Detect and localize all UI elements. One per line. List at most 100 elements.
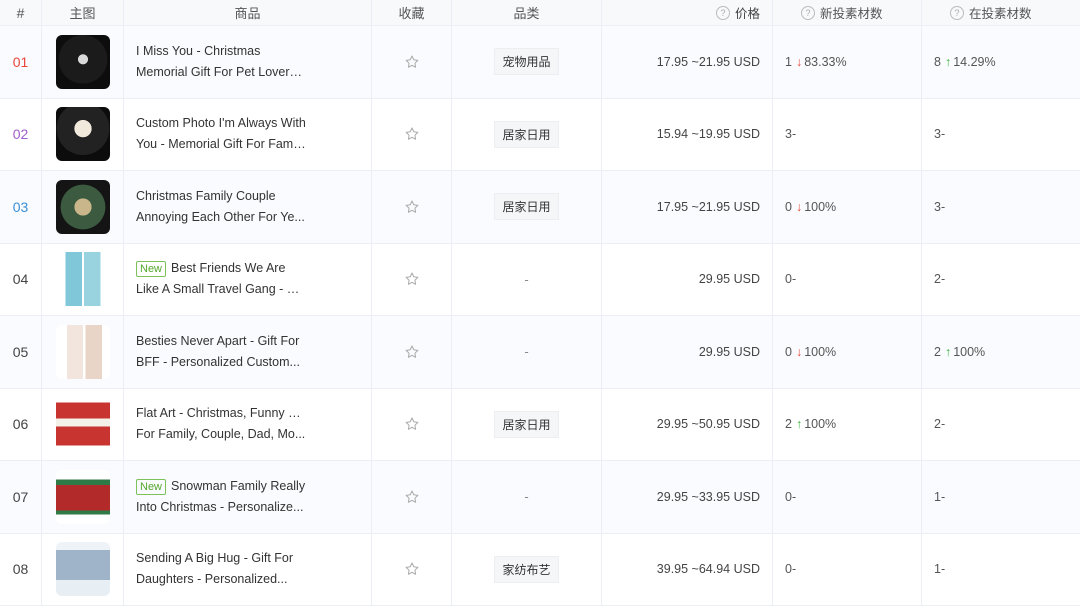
row-product-cell[interactable]: New Snowman Family Really Into Christmas … [124,461,372,533]
product-name[interactable]: New Best Friends We Are Like A Small Trav… [136,258,306,300]
product-thumbnail[interactable] [55,252,110,307]
row-active-ads: 1 - [934,562,946,577]
product-name[interactable]: Besties Never Apart - Gift For BFF - Per… [136,331,306,373]
table-header: # 主图 商品 收藏 品类 ? 价格 ? 新投素材数 ? 在投素材数 [0,0,1080,26]
row-price: 29.95 USD [602,243,773,315]
table-row[interactable]: 07 New Snowman Family Really Into Christm… [0,461,1080,534]
star-outline-icon[interactable] [404,344,420,360]
row-favorite-cell [372,388,452,460]
row-index: 06 [0,388,42,460]
row-favorite-cell [372,98,452,170]
row-active-ads: 3 - [934,199,946,214]
product-name[interactable]: Christmas Family Couple Annoying Each Ot… [136,186,306,228]
table-row[interactable]: 02 Custom Photo I'm Always With You - Me… [0,98,1080,171]
category-tag[interactable]: 家纺布艺 [494,555,559,583]
question-circle-icon[interactable]: ? [715,5,730,20]
product-name[interactable]: Custom Photo I'm Always With You - Memor… [136,113,306,155]
row-image-cell [42,98,124,170]
header-price[interactable]: ? 价格 [602,0,773,25]
star-outline-icon[interactable] [404,489,420,505]
product-name[interactable]: Sending A Big Hug - Gift For Daughters -… [136,548,306,590]
row-product-cell[interactable]: Besties Never Apart - Gift For BFF - Per… [124,316,372,388]
product-name[interactable]: I Miss You - Christmas Memorial Gift For… [136,41,306,83]
row-favorite-cell [372,243,452,315]
arrow-down-icon: ↓ [795,199,803,214]
header-image: 主图 [42,0,124,25]
product-thumbnail[interactable] [55,397,110,452]
star-outline-icon[interactable] [404,561,420,577]
row-image-cell [42,388,124,460]
header-product: 商品 [124,0,372,25]
row-product-cell[interactable]: New Best Friends We Are Like A Small Trav… [124,243,372,315]
category-empty: - [524,489,529,505]
new-badge: New [136,478,167,495]
row-category-cell: - [452,461,602,533]
header-index: # [0,0,42,25]
row-favorite-cell [372,316,452,388]
star-outline-icon[interactable] [404,271,420,287]
row-index: 03 [0,171,42,243]
table-row[interactable]: 01 I Miss You - Christmas Memorial Gift … [0,26,1080,99]
row-active-ads: 2 - [934,417,946,432]
product-name[interactable]: Flat Art - Christmas, Funny Gift For Fam… [136,403,306,445]
arrow-up-icon: ↑ [795,417,803,432]
star-outline-icon[interactable] [404,416,420,432]
row-active-ads: 8 ↑ 14.29% [934,54,996,69]
row-favorite-cell [372,26,452,98]
table-row[interactable]: 08 Sending A Big Hug - Gift For Daughter… [0,533,1080,606]
product-thumbnail[interactable] [55,107,110,162]
table-row[interactable]: 06 Flat Art - Christmas, Funny Gift For … [0,388,1080,461]
row-category-cell: - [452,316,602,388]
row-index: 07 [0,461,42,533]
product-table: # 主图 商品 收藏 品类 ? 价格 ? 新投素材数 ? 在投素材数 01 I Mis… [0,0,1080,606]
row-new-ads: 0 ↓ 100% [773,171,922,243]
product-thumbnail[interactable] [55,179,110,234]
product-thumbnail[interactable] [55,542,110,597]
row-image-cell [42,316,124,388]
table-row[interactable]: 04 New Best Friends We Are Like A Small T… [0,243,1080,316]
star-outline-icon[interactable] [404,126,420,142]
table-row[interactable]: 05 Besties Never Apart - Gift For BFF - … [0,316,1080,389]
row-index: 01 [0,26,42,98]
category-tag[interactable]: 居家日用 [494,410,559,438]
star-outline-icon[interactable] [404,199,420,215]
row-price: 29.95 ~50.95 USD [602,388,773,460]
header-price-label: 价格 [734,7,760,21]
row-product-cell[interactable]: I Miss You - Christmas Memorial Gift For… [124,26,372,98]
row-category-cell: 居家日用 [452,98,602,170]
product-thumbnail[interactable] [55,324,110,379]
row-image-cell [42,171,124,243]
row-price: 17.95 ~21.95 USD [602,171,773,243]
header-new-ads-label: 新投素材数 [820,7,883,21]
row-product-cell[interactable]: Christmas Family Couple Annoying Each Ot… [124,171,372,243]
row-price: 17.95 ~21.95 USD [602,26,773,98]
question-circle-icon[interactable]: ? [950,5,964,20]
category-tag[interactable]: 居家日用 [494,120,559,148]
category-empty: - [524,344,529,360]
table-body: 01 I Miss You - Christmas Memorial Gift … [0,26,1080,606]
row-product-cell[interactable]: Custom Photo I'm Always With You - Memor… [124,98,372,170]
header-favorite: 收藏 [372,0,452,25]
row-product-cell[interactable]: Flat Art - Christmas, Funny Gift For Fam… [124,388,372,460]
header-new-ads[interactable]: ? 新投素材数 [773,0,922,25]
arrow-up-icon: ↑ [944,344,952,359]
table-row[interactable]: 03 Christmas Family Couple Annoying Each… [0,171,1080,244]
category-tag[interactable]: 宠物用品 [494,48,559,76]
question-circle-icon[interactable]: ? [801,5,815,20]
row-category-cell: 居家日用 [452,171,602,243]
row-price: 29.95 USD [602,316,773,388]
header-active-ads[interactable]: ? 在投素材数 [922,0,1072,25]
row-active-ads: 1 - [934,489,946,504]
product-thumbnail[interactable] [55,34,110,89]
arrow-down-icon: ↓ [795,54,803,69]
product-thumbnail[interactable] [55,469,110,524]
row-category-cell: 家纺布艺 [452,533,602,605]
product-name[interactable]: New Snowman Family Really Into Christmas … [136,476,306,518]
row-category-cell: 居家日用 [452,388,602,460]
row-image-cell [42,243,124,315]
row-product-cell[interactable]: Sending A Big Hug - Gift For Daughters -… [124,533,372,605]
star-outline-icon[interactable] [404,54,420,70]
category-tag[interactable]: 居家日用 [494,193,559,221]
row-image-cell [42,461,124,533]
row-category-cell: 宠物用品 [452,26,602,98]
